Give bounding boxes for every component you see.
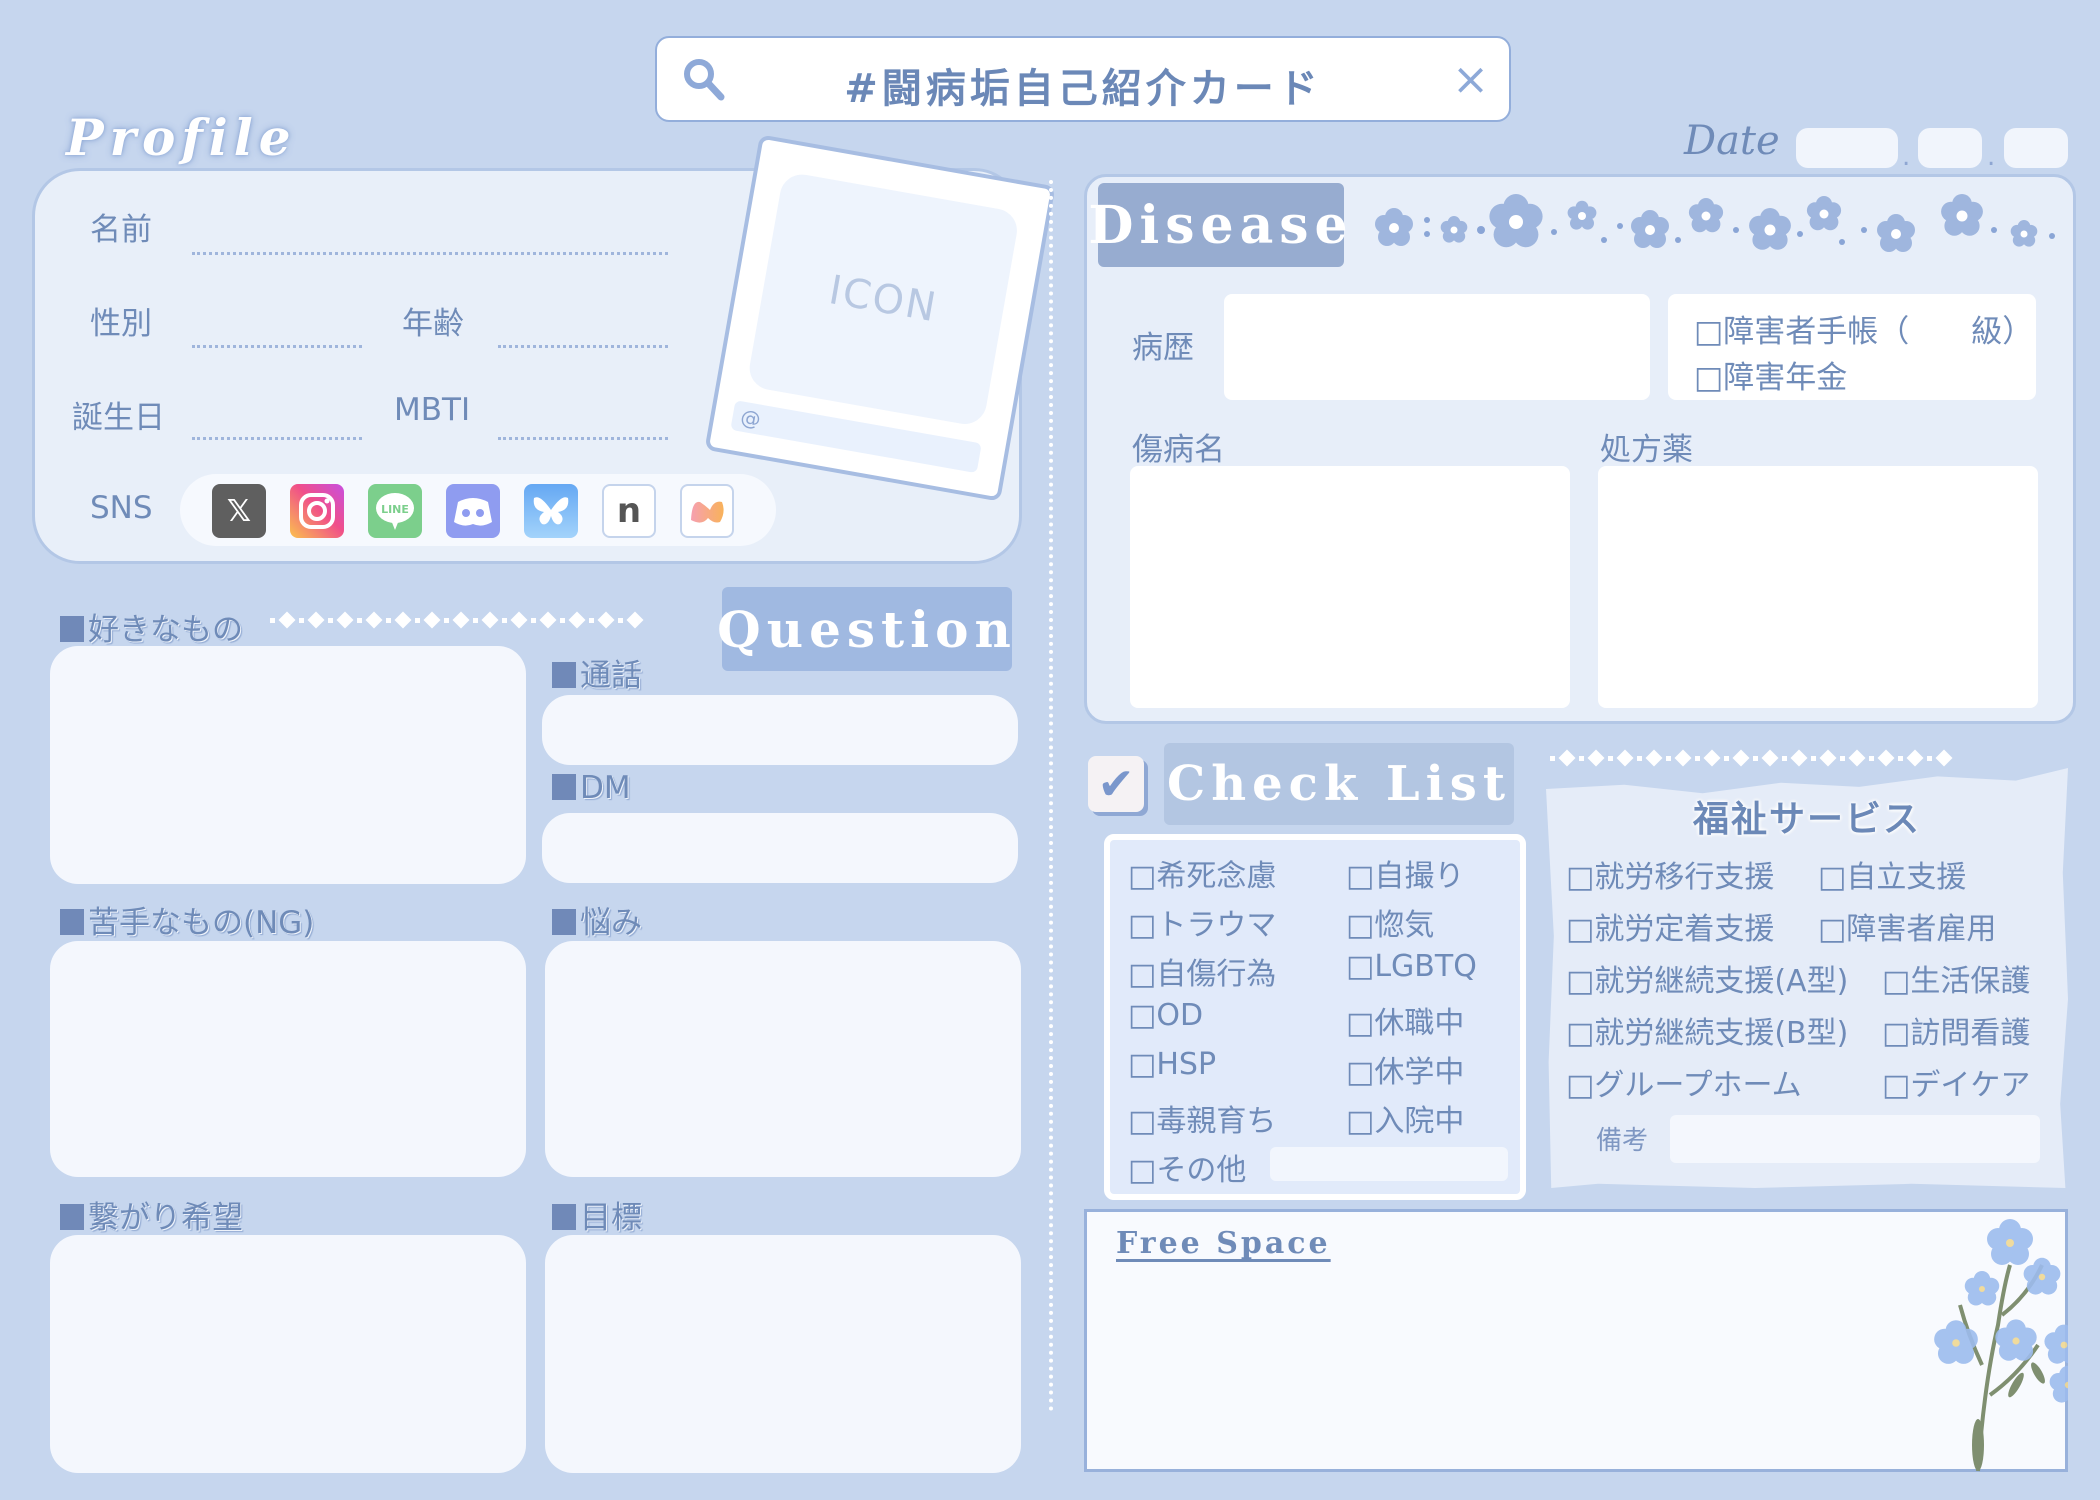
date-separator: . bbox=[1987, 142, 1996, 172]
dm-label: DM bbox=[552, 770, 631, 806]
call-label: 通話 bbox=[552, 650, 642, 695]
checkmark-icon: ✔ bbox=[1088, 756, 1144, 812]
checklist-item[interactable]: □OD bbox=[1128, 998, 1203, 1033]
checklist-item[interactable]: □自撮り bbox=[1346, 851, 1464, 895]
gender-field[interactable] bbox=[192, 345, 362, 348]
birthday-label: 誕生日 bbox=[72, 400, 165, 436]
icon-photo-card[interactable]: ICON @ bbox=[704, 134, 1056, 502]
connect-wish-label: 繋がり希望 bbox=[60, 1192, 243, 1237]
gender-label: 性別 bbox=[90, 306, 152, 342]
diamond-divider bbox=[270, 611, 644, 629]
mbti-field[interactable] bbox=[498, 437, 668, 440]
date-month-field[interactable] bbox=[1918, 128, 1982, 168]
sns-icon-row: 𝕏 LINE n bbox=[180, 474, 776, 546]
sns-label: SNS bbox=[90, 490, 153, 526]
checklist-item[interactable]: □LGBTQ bbox=[1346, 949, 1477, 984]
mbti-label: MBTI bbox=[394, 392, 471, 428]
welfare-item[interactable]: □訪問看護 bbox=[1882, 1008, 2030, 1052]
page-title: #闘病垢自己紹介カード bbox=[844, 66, 1322, 112]
welfare-item[interactable]: □グループホーム bbox=[1566, 1060, 1802, 1104]
checklist-item[interactable]: □自傷行為 bbox=[1128, 949, 1276, 993]
disability-pension-checkbox[interactable]: □障害年金 bbox=[1694, 352, 1847, 397]
welfare-item[interactable]: □就労継続支援(B型) bbox=[1566, 1008, 1848, 1052]
welfare-item[interactable]: □就労移行支援 bbox=[1566, 852, 1774, 896]
bluesky-icon[interactable] bbox=[524, 484, 578, 538]
call-box[interactable] bbox=[542, 695, 1018, 765]
welfare-item[interactable]: □障害者雇用 bbox=[1818, 904, 1996, 948]
checklist-item[interactable]: □その他 bbox=[1128, 1145, 1246, 1189]
checklist-item[interactable]: □休職中 bbox=[1346, 998, 1464, 1042]
welfare-heading: 福祉サービス bbox=[1692, 799, 1921, 840]
welfare-item[interactable]: □デイケア bbox=[1882, 1060, 2030, 1104]
date-year-field[interactable] bbox=[1796, 128, 1898, 168]
name-label: 名前 bbox=[90, 212, 152, 248]
profile-heading: Profile bbox=[66, 108, 297, 167]
name-field[interactable] bbox=[192, 252, 668, 255]
disease-tab: Disease bbox=[1088, 183, 1348, 267]
other-input[interactable] bbox=[1270, 1147, 1508, 1181]
line-icon[interactable]: LINE bbox=[368, 484, 422, 538]
diagnosis-box[interactable] bbox=[1130, 466, 1570, 708]
history-box[interactable] bbox=[1224, 294, 1650, 400]
worries-label: 悩み bbox=[552, 897, 642, 942]
age-field[interactable] bbox=[498, 345, 668, 348]
prescription-box[interactable] bbox=[1598, 466, 2038, 708]
dm-box[interactable] bbox=[542, 813, 1018, 883]
checklist-item[interactable]: □入院中 bbox=[1346, 1096, 1464, 1140]
age-label: 年齢 bbox=[402, 306, 464, 342]
dislikes-label: 苦手なもの(NG) bbox=[60, 897, 314, 942]
question-tab: Question bbox=[717, 587, 1012, 671]
note-icon[interactable]: n bbox=[602, 484, 656, 538]
checklist-item[interactable]: □HSP bbox=[1128, 1047, 1216, 1082]
goal-box[interactable] bbox=[545, 1235, 1021, 1473]
svg-text:LINE: LINE bbox=[381, 503, 409, 516]
checklist-tab: Check List bbox=[1164, 743, 1514, 825]
checklist-item[interactable]: □トラウマ bbox=[1128, 900, 1276, 944]
icon-placeholder[interactable]: ICON bbox=[746, 171, 1021, 428]
diamond-divider bbox=[1550, 749, 1953, 767]
checklist-item[interactable]: □希死念慮 bbox=[1128, 851, 1276, 895]
note-input[interactable] bbox=[1670, 1115, 2040, 1163]
birthday-field[interactable] bbox=[192, 437, 362, 440]
welfare-item[interactable]: □自立支援 bbox=[1818, 852, 1966, 896]
date-day-field[interactable] bbox=[2004, 128, 2068, 168]
free-space-heading: Free Space bbox=[1116, 1226, 1331, 1261]
likes-box[interactable] bbox=[50, 646, 526, 884]
connect-wish-box[interactable] bbox=[50, 1235, 526, 1473]
goal-label: 目標 bbox=[552, 1192, 642, 1237]
history-label: 病歴 bbox=[1132, 330, 1194, 366]
disability-certificate-checkbox[interactable]: □障害者手帳（ 級） bbox=[1694, 306, 2033, 351]
forget-me-not-flower-icon bbox=[1934, 1219, 2068, 1472]
diagnosis-label: 傷病名 bbox=[1132, 432, 1225, 468]
x-icon[interactable]: 𝕏 bbox=[212, 484, 266, 538]
flower-garland-icon bbox=[1375, 194, 2055, 252]
misskey-icon[interactable] bbox=[680, 484, 734, 538]
close-icon[interactable]: × bbox=[1452, 52, 1489, 108]
checklist-item[interactable]: □休学中 bbox=[1346, 1047, 1464, 1091]
welfare-item[interactable]: □就労定着支援 bbox=[1566, 904, 1774, 948]
title-search-bar[interactable]: #闘病垢自己紹介カード × bbox=[655, 36, 1511, 122]
checklist-item[interactable]: □惚気 bbox=[1346, 900, 1434, 944]
dislikes-box[interactable] bbox=[50, 941, 526, 1177]
welfare-item[interactable]: □就労継続支援(A型) bbox=[1566, 956, 1848, 1000]
prescription-label: 処方薬 bbox=[1600, 432, 1693, 468]
discord-icon[interactable] bbox=[446, 484, 500, 538]
worries-box[interactable] bbox=[545, 941, 1021, 1177]
instagram-icon[interactable] bbox=[290, 484, 344, 538]
date-label: Date bbox=[1684, 118, 1780, 164]
likes-label: 好きなもの bbox=[60, 604, 243, 649]
note-label: 備考 bbox=[1596, 1126, 1649, 1156]
column-divider bbox=[1049, 180, 1053, 1412]
date-separator: . bbox=[1902, 142, 1911, 172]
checklist-item[interactable]: □毒親育ち bbox=[1128, 1096, 1276, 1140]
welfare-item[interactable]: □生活保護 bbox=[1882, 956, 2030, 1000]
